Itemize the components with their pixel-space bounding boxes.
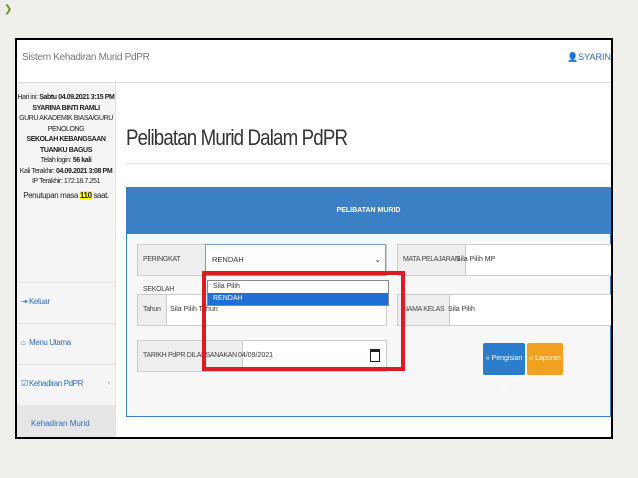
timeout-suffix: saat. [93,190,109,200]
user-icon: 👤 [566,52,579,62]
chevron-left-icon: ‹ [107,378,111,387]
kelas-group[interactable]: NAMA KELAS Sila Pilih [397,294,611,326]
user-role: GURU AKADEMIK BIASA/GURU PENOLONG [19,115,113,133]
calendar-icon[interactable] [370,349,380,362]
mata-pelajaran-select[interactable]: Sila Pilih MP [456,245,495,275]
top-navbar: Sistem Kehadiran Murid PdPR 👤SYARIN [17,40,611,83]
main-content: Pelibatan Murid Dalam PdPR PELIBATAN MUR… [116,83,611,437]
timeout-prefix: Penutupan masa [23,190,79,200]
login-count-label: Telah login: [40,157,72,164]
last-login-value: 04.09.2021 3:08 PM [56,167,113,175]
browser-window: Sistem Kehadiran Murid PdPR 👤SYARIN Hari… [15,38,613,439]
school-name: SEKOLAH KEBANGSAAN TUANKU BAGUS [26,136,106,154]
tarikh-label: TARIKH PdPR DILAKSANAKAN [138,341,243,371]
dropdown-option-selected[interactable]: RENDAH [208,293,388,305]
kelas-select[interactable]: Sila Pilih [448,295,475,325]
sidebar-subitem-kehadiran-murid[interactable]: Kehadiran Murid [17,405,115,437]
user-fullname: SYARINA BINTI RAMLI [32,104,100,112]
home-icon: ⌂ [21,338,26,347]
sidebar-item-kehadiran-pdpr[interactable]: ☑ Kehadiran PdPR ‹ [17,364,115,405]
sidebar-item-menu-utama[interactable]: ⌂ Menu Utama [17,323,115,364]
sidebar-item-label: Menu Utama [29,338,71,347]
peringkat-dropdown-list: Sila Pilih RENDAH [207,280,389,306]
sidebar-subitem-label: Kehadiran Murid [31,419,90,428]
pengisian-button[interactable]: « Pengisian » [483,343,525,394]
peringkat-select-value: RENDAH [212,255,244,264]
corner-arrow-icon: ❯ [4,4,13,15]
tarikh-group: TARIKH PdPR DILAKSANAKAN 04/09/2021 [137,340,387,372]
login-count-value: 56 kali [72,157,92,164]
chevron-down-icon: ⌄ [374,255,381,264]
tahun-label: Tahun [138,295,167,325]
mata-pelajaran-group[interactable]: MATA PELAJARAN Sila Pilih MP [397,244,611,276]
checkbox-icon: ☑ [21,379,28,388]
app-title[interactable]: Sistem Kehadiran Murid PdPR [22,52,150,63]
panel-title: PELIBATAN MURID [127,188,610,234]
user-name: SYARIN [578,52,611,62]
page-title: Pelibatan Murid Dalam PdPR [126,125,348,150]
user-menu[interactable]: 👤SYARIN [567,52,611,63]
sidebar-item-label: Kehadiran PdPR [29,379,83,388]
logout-icon: ⇥ [21,297,28,306]
laporan-button[interactable]: « Laporan » [527,343,563,394]
sidebar-item-keluar[interactable]: ⇥ Keluar [17,282,115,323]
sidebar-item-label: Keluar [29,297,50,306]
date-label: Hari ini: [17,94,39,101]
peringkat-label: PERINGKAT SEKOLAH [138,245,207,293]
last-login-label: Kali Terakhir: [19,167,55,175]
dropdown-option[interactable]: Sila Pilih [208,281,388,293]
peringkat-select[interactable]: RENDAH ⌄ [205,244,386,276]
tarikh-date-input[interactable]: 04/09/2021 [238,341,273,371]
user-info: Hari ini: Sabtu 04.09.2021 3:15 PM SYARI… [17,83,115,201]
date-value: Sabtu 04.09.2021 3:15 PM [39,94,115,101]
title-divider [126,163,611,164]
kelas-label: NAMA KELAS [398,295,451,325]
last-ip: IP Terakhir: 172.18.7.251 [32,178,100,185]
sidebar: Hari ini: Sabtu 04.09.2021 3:15 PM SYARI… [17,83,116,437]
timeout-value: 110 [79,190,92,200]
